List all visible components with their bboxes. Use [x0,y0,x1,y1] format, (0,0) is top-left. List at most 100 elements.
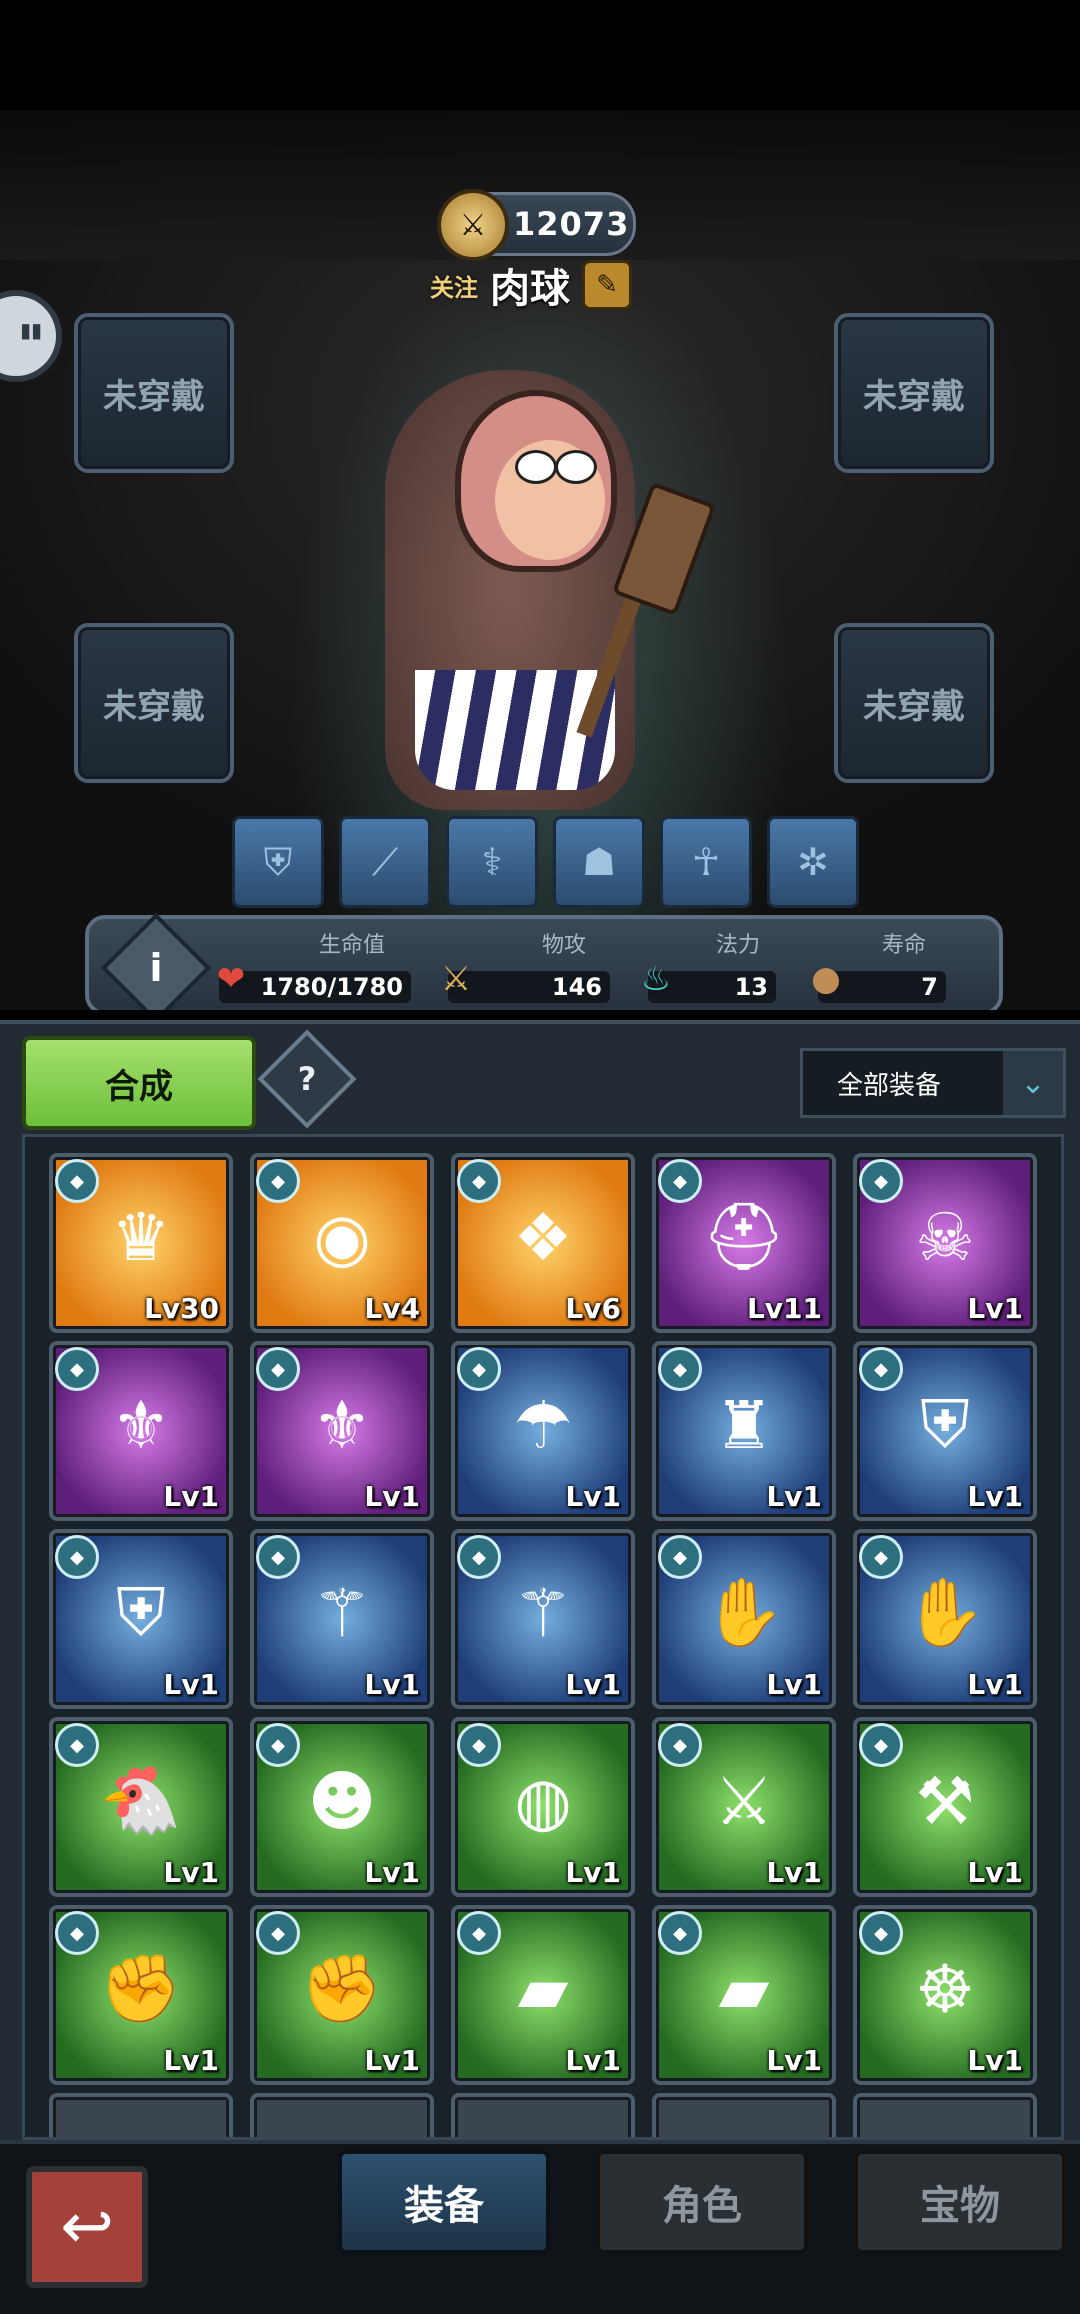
inventory-item-wooden-staff[interactable]: ◆ ⚒ Lv1 [853,1717,1037,1897]
inventory-item-partial[interactable] [49,2093,233,2137]
item-level: Lv1 [967,1856,1023,1889]
blue-cape-icon: ☂ [513,1386,573,1464]
inventory-item-white-gloves[interactable]: ◆ ✋ Lv1 [652,1529,836,1709]
combat-power-badge: ⚔ 12073 [437,189,636,261]
synthesize-button[interactable]: 合成 [22,1036,256,1130]
knight-helmet-icon: ⛑ [702,1198,786,1275]
wooden-clogs-icon: ▰ [517,1950,569,2028]
filter-selected: 全部装备 [837,1070,942,1101]
steel-sword-icon: ⚔ [714,1762,774,1840]
acorn-head-icon: ● [811,959,841,999]
hug-skill-icon[interactable]: ☥ [660,816,752,908]
inventory-item-white-gloves[interactable]: ◆ ✋ Lv1 [853,1529,1037,1709]
inventory-item-chain-wheel[interactable]: ◆ ☸ Lv1 [853,1905,1037,2085]
combat-power-value: 12073 [513,205,630,243]
sack-armor-icon: ◍ [514,1762,572,1840]
black-suit-icon: ♜ [714,1386,774,1464]
inventory-item-bindle-staff[interactable]: ◆ ⚚ Lv1 [250,1529,434,1709]
chain-wheel-icon: ☸ [915,1950,975,2028]
attack-label: 物攻 [542,933,587,958]
inventory-item-winged-armor[interactable]: ◆ ⚜ Lv1 [250,1341,434,1521]
follow-button[interactable]: 关注 [430,268,478,303]
item-level: Lv1 [364,1668,420,1701]
tab-treasure[interactable]: 宝物 [854,2150,1066,2254]
inventory-item-crown[interactable]: ◆ ♛ Lv30 [49,1153,233,1333]
item-level: Lv1 [967,1292,1023,1325]
tab-character[interactable]: 角色 [596,2150,808,2254]
equip-slot-top-left[interactable]: 未穿戴 [74,313,234,473]
muscle-skill-icon[interactable]: ☗ [553,816,645,908]
red-gloves-icon: ✊ [99,1950,183,2027]
item-level: Lv4 [364,1292,420,1325]
chicken-hat-icon: 🐔 [99,1762,183,1839]
back-button[interactable]: ↩ [26,2166,148,2288]
edit-name-icon[interactable]: ✎ [582,260,632,310]
inventory-item-lion-ring[interactable]: ◆ ◉ Lv4 [250,1153,434,1333]
golden-shield-icon: ⛨ [920,1385,970,1463]
equip-slot-bottom-right[interactable]: 未穿戴 [834,623,994,783]
help-button[interactable]: ? [257,1029,357,1129]
equipment-filter-dropdown[interactable]: 全部装备 ⌄ [800,1048,1066,1118]
inventory-item-sack-armor[interactable]: ◆ ◍ Lv1 [451,1717,635,1897]
shield-skill-icon[interactable]: ⛨ [232,816,324,908]
item-level: Lv1 [364,2044,420,2077]
inventory-item-partial[interactable] [250,2093,434,2137]
item-level: Lv1 [766,1856,822,1889]
inventory-item-golden-shield[interactable]: ◆ ⛨ Lv1 [853,1341,1037,1521]
flame-icon: ♨ [640,959,672,999]
inventory-panel: 合成 ? 全部装备 ⌄ ◆ ♛ Lv30 ◆ ◉ Lv4 ◆ ❖ Lv6 ◆ ⛑ Lv11 ◆ ☠ Lv1 ◆… [0,1020,1080,2144]
inventory-item-wooden-clogs[interactable]: ◆ ▰ Lv1 [652,1905,836,2085]
red-gloves-icon: ✊ [300,1950,384,2027]
winged-armor-icon: ⚜ [312,1386,372,1464]
inventory-item-partial[interactable] [652,2093,836,2137]
item-level: Lv1 [565,1480,621,1513]
inventory-item-red-gloves[interactable]: ◆ ✊ Lv1 [49,1905,233,2085]
inventory-item-partial[interactable] [451,2093,635,2137]
item-level: Lv1 [163,1480,219,1513]
inventory-item-blue-cape[interactable]: ◆ ☂ Lv1 [451,1341,635,1521]
item-level: Lv1 [766,2044,822,2077]
inventory-item-skull-mask[interactable]: ◆ ☻ Lv1 [250,1717,434,1897]
inventory-item-necklace[interactable]: ◆ ❖ Lv6 [451,1153,635,1333]
inventory-item-partial[interactable] [853,2093,1037,2137]
winged-armor-icon: ⚜ [111,1386,171,1464]
caduceus-skill-icon[interactable]: ⚕ [446,816,538,908]
inventory-item-cursed-mask[interactable]: ◆ ☠ Lv1 [853,1153,1037,1333]
item-level: Lv30 [143,1292,219,1325]
lion-ring-icon: ◉ [313,1198,371,1276]
bone-skill-icon[interactable]: ⟋ [339,816,431,908]
white-gloves-icon: ✋ [903,1574,987,1651]
wooden-clogs-icon: ▰ [718,1950,770,2028]
item-level: Lv11 [746,1292,822,1325]
inventory-item-wooden-clogs[interactable]: ◆ ▰ Lv1 [451,1905,635,2085]
equip-slot-top-right[interactable]: 未穿戴 [834,313,994,473]
info-button[interactable]: i [100,912,212,1010]
inventory-item-steel-sword[interactable]: ◆ ⚔ Lv1 [652,1717,836,1897]
life-label: 寿命 [882,933,927,958]
crown-icon: ♛ [111,1198,171,1276]
inventory-item-bindle-staff[interactable]: ◆ ⚚ Lv1 [451,1529,635,1709]
item-level: Lv1 [766,1668,822,1701]
inventory-item-chicken-hat[interactable]: ◆ 🐔 Lv1 [49,1717,233,1897]
inventory-item-red-gloves[interactable]: ◆ ✊ Lv1 [250,1905,434,2085]
item-grid[interactable]: ◆ ♛ Lv30 ◆ ◉ Lv4 ◆ ❖ Lv6 ◆ ⛑ Lv11 ◆ ☠ Lv1 ◆ ⚜ Lv1 ◆ ⚜ Lv1 ◆ ☂ L… [22,1134,1064,2140]
side-drawer-toggle[interactable] [0,290,62,382]
inventory-item-winged-armor[interactable]: ◆ ⚜ Lv1 [49,1341,233,1521]
item-level: Lv1 [565,1668,621,1701]
equip-slot-bottom-left[interactable]: 未穿戴 [74,623,234,783]
swirl-skill-icon[interactable]: ✲ [767,816,859,908]
skull-mask-icon: ☻ [307,1762,377,1840]
inventory-item-black-suit[interactable]: ◆ ♜ Lv1 [652,1341,836,1521]
item-level: Lv6 [565,1292,621,1325]
wooden-staff-icon: ⚒ [915,1762,975,1840]
necklace-icon: ❖ [513,1198,573,1276]
item-level: Lv1 [565,2044,621,2077]
item-level: Lv1 [967,1480,1023,1513]
inventory-item-golden-shield[interactable]: ◆ ⛨ Lv1 [49,1529,233,1709]
tab-equipment[interactable]: 装备 [338,2150,550,2254]
inventory-item-knight-helmet[interactable]: ◆ ⛑ Lv11 [652,1153,836,1333]
sword-power-icon: ⚔ [437,189,509,261]
item-level: Lv1 [967,2044,1023,2077]
back-arrow-icon: ↩ [60,2190,114,2264]
item-level: Lv1 [364,1856,420,1889]
